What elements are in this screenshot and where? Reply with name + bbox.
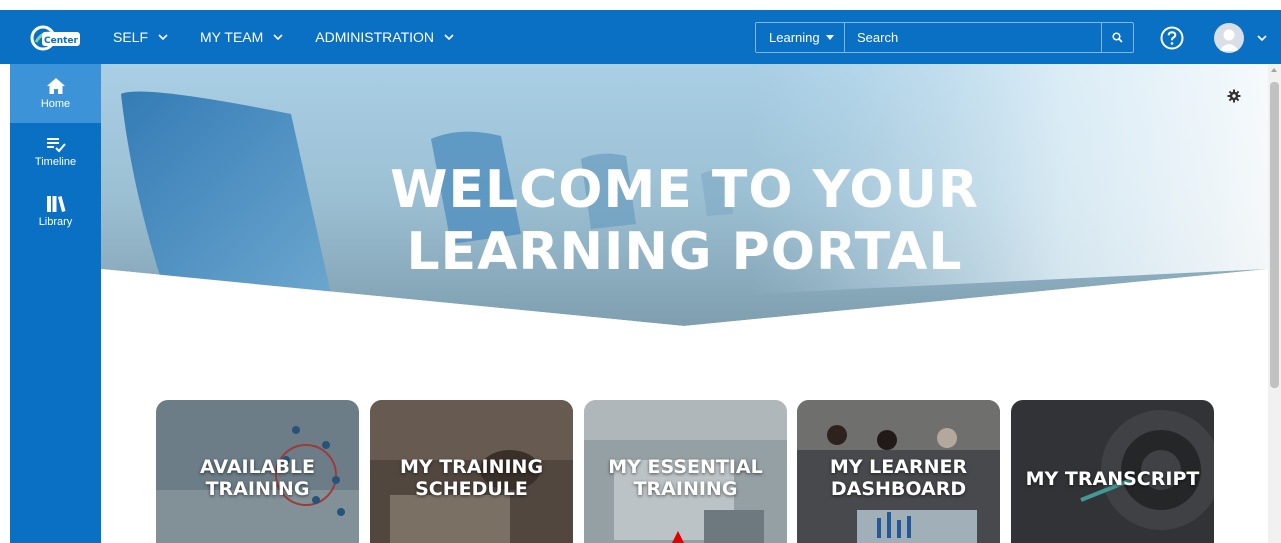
gear-icon[interactable] xyxy=(1227,89,1241,103)
sidebar-item-home[interactable]: Home xyxy=(10,64,101,123)
main-content: WELCOME TO YOUR LEARNING PORTAL AVAILABL… xyxy=(101,64,1268,543)
hero-banner: WELCOME TO YOUR LEARNING PORTAL xyxy=(101,64,1268,326)
scroll-thumb[interactable] xyxy=(1270,82,1279,388)
hero-title-line-1: WELCOME TO YOUR xyxy=(390,160,979,220)
tile-my-learner-dashboard[interactable]: MY LEARNER DASHBOARD xyxy=(797,400,1000,543)
user-avatar-button[interactable] xyxy=(1214,23,1244,53)
tile-my-transcript[interactable]: MY TRANSCRIPT xyxy=(1011,400,1214,543)
main-nav: SELF MY TEAM ADMINISTRATION xyxy=(113,10,486,64)
chevron-down-icon[interactable] xyxy=(1257,33,1267,43)
search-button[interactable] xyxy=(1101,23,1133,52)
nav-self[interactable]: SELF xyxy=(113,29,168,45)
mouse-cursor-icon xyxy=(672,531,684,543)
tile-my-training-schedule[interactable]: MY TRAINING SCHEDULE xyxy=(370,400,573,543)
nav-administration[interactable]: ADMINISTRATION xyxy=(315,29,454,45)
library-icon xyxy=(46,196,65,212)
hero-title-line-2: LEARNING PORTAL xyxy=(406,222,963,282)
nav-my-team-label: MY TEAM xyxy=(200,29,264,45)
timeline-icon xyxy=(46,138,66,153)
tile-label: MY TRAINING SCHEDULE xyxy=(399,456,544,500)
nav-self-label: SELF xyxy=(113,29,149,45)
company-logo[interactable]: Center xyxy=(30,22,82,54)
chevron-down-icon xyxy=(158,34,168,41)
scroll-up-arrow-icon[interactable] xyxy=(1271,68,1277,72)
search-scope-label: Learning xyxy=(769,30,820,45)
user-avatar-icon xyxy=(1219,29,1239,51)
help-circle-icon[interactable] xyxy=(1159,25,1185,51)
caret-down-icon xyxy=(825,35,834,40)
sidebar-item-library[interactable]: Library xyxy=(10,182,101,241)
hero-title: WELCOME TO YOUR LEARNING PORTAL xyxy=(101,159,1268,283)
nav-administration-label: ADMINISTRATION xyxy=(315,29,435,45)
sidebar-item-label: Home xyxy=(40,98,71,110)
tile-label: MY ESSENTIAL TRAINING xyxy=(608,456,763,500)
search-icon xyxy=(1112,32,1123,43)
sidebar-item-timeline[interactable]: Timeline xyxy=(10,123,101,182)
vertical-scrollbar[interactable] xyxy=(1268,64,1281,543)
home-icon xyxy=(46,78,65,94)
tile-label: AVAILABLE TRAINING xyxy=(200,456,315,500)
tile-my-essential-training[interactable]: MY ESSENTIAL TRAINING xyxy=(584,400,787,543)
tile-label: MY TRANSCRIPT xyxy=(1025,468,1200,490)
chevron-down-icon xyxy=(444,34,454,41)
chevron-down-icon xyxy=(273,34,283,41)
search-scope-dropdown[interactable]: Learning xyxy=(756,23,845,52)
tile-label: MY LEARNER DASHBOARD xyxy=(829,456,968,500)
search-input[interactable] xyxy=(845,23,1101,52)
global-search: Learning xyxy=(755,22,1134,53)
left-sidebar: Home Timeline Library xyxy=(10,64,101,543)
tile-available-training[interactable]: AVAILABLE TRAINING xyxy=(156,400,359,543)
logo-text: Center xyxy=(44,36,79,46)
sidebar-item-label: Library xyxy=(38,216,73,228)
nav-my-team[interactable]: MY TEAM xyxy=(200,29,283,45)
top-navigation-bar: Center SELF MY TEAM ADMINISTRATION Learn… xyxy=(0,0,1281,64)
sidebar-item-label: Timeline xyxy=(34,156,77,168)
